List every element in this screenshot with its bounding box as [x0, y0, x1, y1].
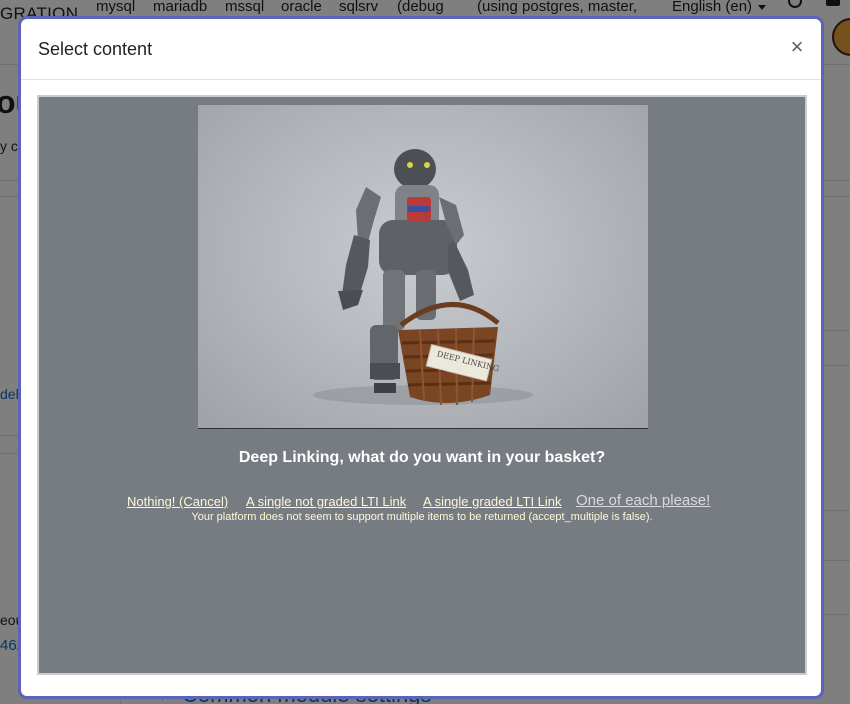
lti-tool-iframe[interactable]: DEEP LINKING Deep Linking, what do you w… — [37, 95, 807, 675]
select-content-modal: Select content × DEEP LINKING Deep Linki… — [21, 19, 821, 696]
accept-multiple-warning: Your platform does not seem to support m… — [191, 511, 653, 523]
robot-with-basket-image: DEEP LINKING — [198, 105, 648, 429]
not-graded-lti-link[interactable]: A single not graded LTI Link — [246, 494, 406, 509]
robot-illustration — [313, 149, 533, 406]
graded-lti-link[interactable]: A single graded LTI Link — [423, 494, 562, 509]
one-of-each-link[interactable]: One of each please! — [576, 492, 710, 509]
modal-title: Select content — [38, 39, 153, 59]
close-button[interactable]: × — [786, 36, 808, 58]
cancel-link[interactable]: Nothing! (Cancel) — [127, 494, 228, 509]
modal-body: DEEP LINKING Deep Linking, what do you w… — [37, 95, 807, 675]
deep-linking-prompt: Deep Linking, what do you want in your b… — [238, 449, 606, 466]
modal-header: Select content × — [21, 19, 821, 80]
close-icon: × — [790, 34, 804, 59]
